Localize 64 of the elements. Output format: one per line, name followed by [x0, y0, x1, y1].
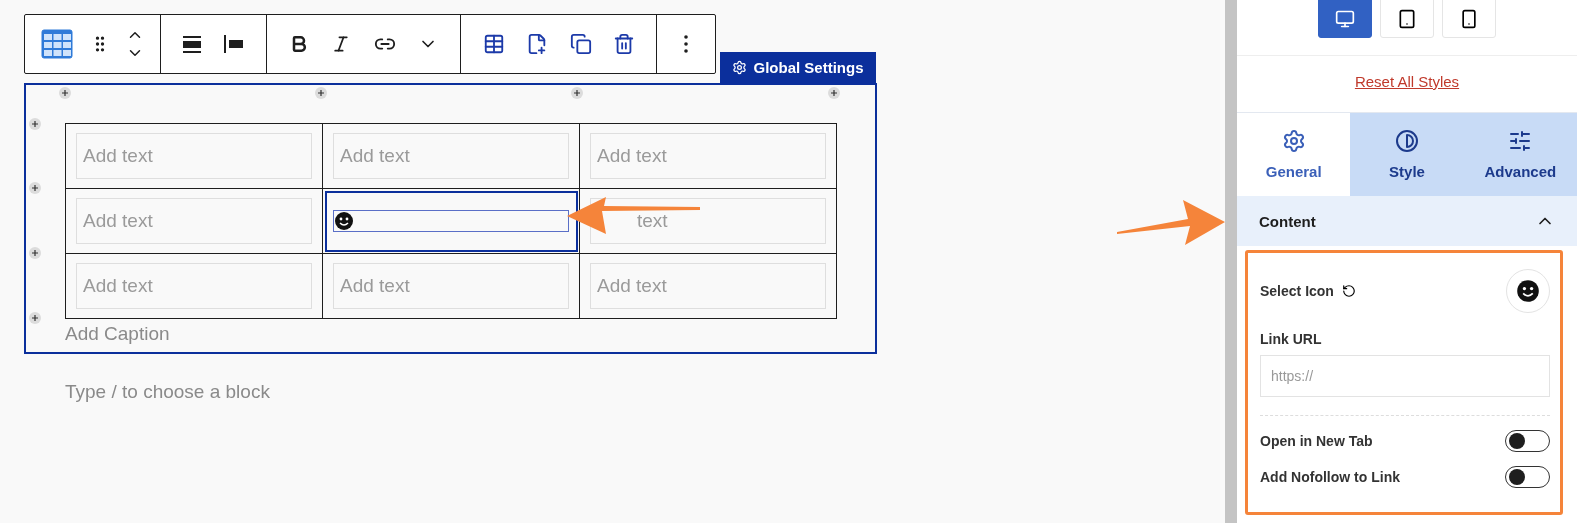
width-button[interactable]	[223, 34, 246, 54]
contrast-icon	[1395, 129, 1419, 153]
smiley-icon	[1516, 279, 1540, 303]
toggle-label: Open in New Tab	[1260, 433, 1373, 449]
cell-text-field[interactable]: Add text	[333, 263, 569, 309]
duplicate-button[interactable]	[569, 33, 592, 55]
cell-text-field[interactable]: text	[590, 198, 826, 244]
tablet-icon	[1397, 8, 1417, 29]
cell-text-field[interactable]: Add text	[590, 263, 826, 309]
table-cell[interactable]	[323, 189, 580, 254]
toggle-switch[interactable]	[1505, 430, 1550, 452]
reset-link[interactable]: Reset All Styles	[1354, 73, 1460, 90]
cell-text-field[interactable]: Add text	[76, 133, 312, 179]
add-row-icon[interactable]	[29, 118, 41, 130]
smiley-icon	[334, 211, 354, 231]
add-column-icon[interactable]	[571, 87, 583, 99]
table-cell[interactable]: Add text	[323, 124, 580, 189]
section-header[interactable]: Content	[1237, 196, 1577, 246]
desktop-icon	[1335, 8, 1355, 29]
block-prompt[interactable]: Type / to choose a block	[65, 381, 1225, 403]
add-column-icon[interactable]	[315, 87, 327, 99]
delete-button[interactable]	[612, 33, 635, 55]
settings-tab[interactable]: Style	[1350, 113, 1464, 196]
cell-text-field[interactable]: Add text	[590, 133, 826, 179]
table-icon	[41, 29, 74, 59]
table-cell[interactable]: Add text	[66, 189, 323, 254]
add-column-icon[interactable]	[828, 87, 840, 99]
url-input[interactable]: https://	[1260, 355, 1550, 397]
add-row-icon[interactable]	[29, 312, 41, 324]
cell-text-field[interactable]: Add text	[76, 263, 312, 309]
icon-picker[interactable]	[1506, 269, 1550, 313]
reset-icon[interactable]	[1341, 284, 1356, 298]
table-cell[interactable]: Add text	[323, 254, 580, 319]
table-icon	[482, 33, 505, 55]
table-cell[interactable]: Add text	[580, 124, 837, 189]
add-column-icon[interactable]	[59, 87, 71, 99]
link-url-label: Link URL	[1260, 331, 1323, 347]
table-cell[interactable]: Add text	[66, 124, 323, 189]
table-cell[interactable]: Add text	[66, 254, 323, 319]
options-button[interactable]	[684, 35, 689, 53]
table-cell[interactable]: Add text	[580, 254, 837, 319]
align-left-icon	[223, 34, 246, 54]
select-icon-label: Select Icon	[1260, 283, 1334, 299]
table-button[interactable]	[482, 33, 505, 55]
align-button[interactable]	[181, 34, 204, 54]
cell-text-field[interactable]: Add text	[333, 133, 569, 179]
add-row-icon[interactable]	[29, 182, 41, 194]
more-icon	[684, 35, 689, 53]
toggle-switch[interactable]	[1505, 466, 1550, 488]
settings-tab[interactable]: Advanced	[1463, 113, 1577, 196]
sliders-icon	[1508, 129, 1533, 153]
global-settings-badge[interactable]: Global Settings	[720, 52, 876, 83]
table-block-button[interactable]	[41, 29, 74, 59]
phone-icon	[1459, 8, 1479, 29]
icon-field[interactable]	[333, 210, 569, 232]
caption-placeholder[interactable]: Add Caption	[65, 323, 875, 345]
add-row-icon[interactable]	[29, 247, 41, 259]
trash-icon	[612, 33, 635, 55]
copy-icon	[569, 33, 592, 55]
settings-icon	[1281, 129, 1306, 153]
settings-icon	[732, 60, 748, 75]
align-icon	[181, 34, 204, 54]
cell-text-field[interactable]: Add text	[76, 198, 312, 244]
toggle-label: Add Nofollow to Link	[1260, 469, 1400, 485]
